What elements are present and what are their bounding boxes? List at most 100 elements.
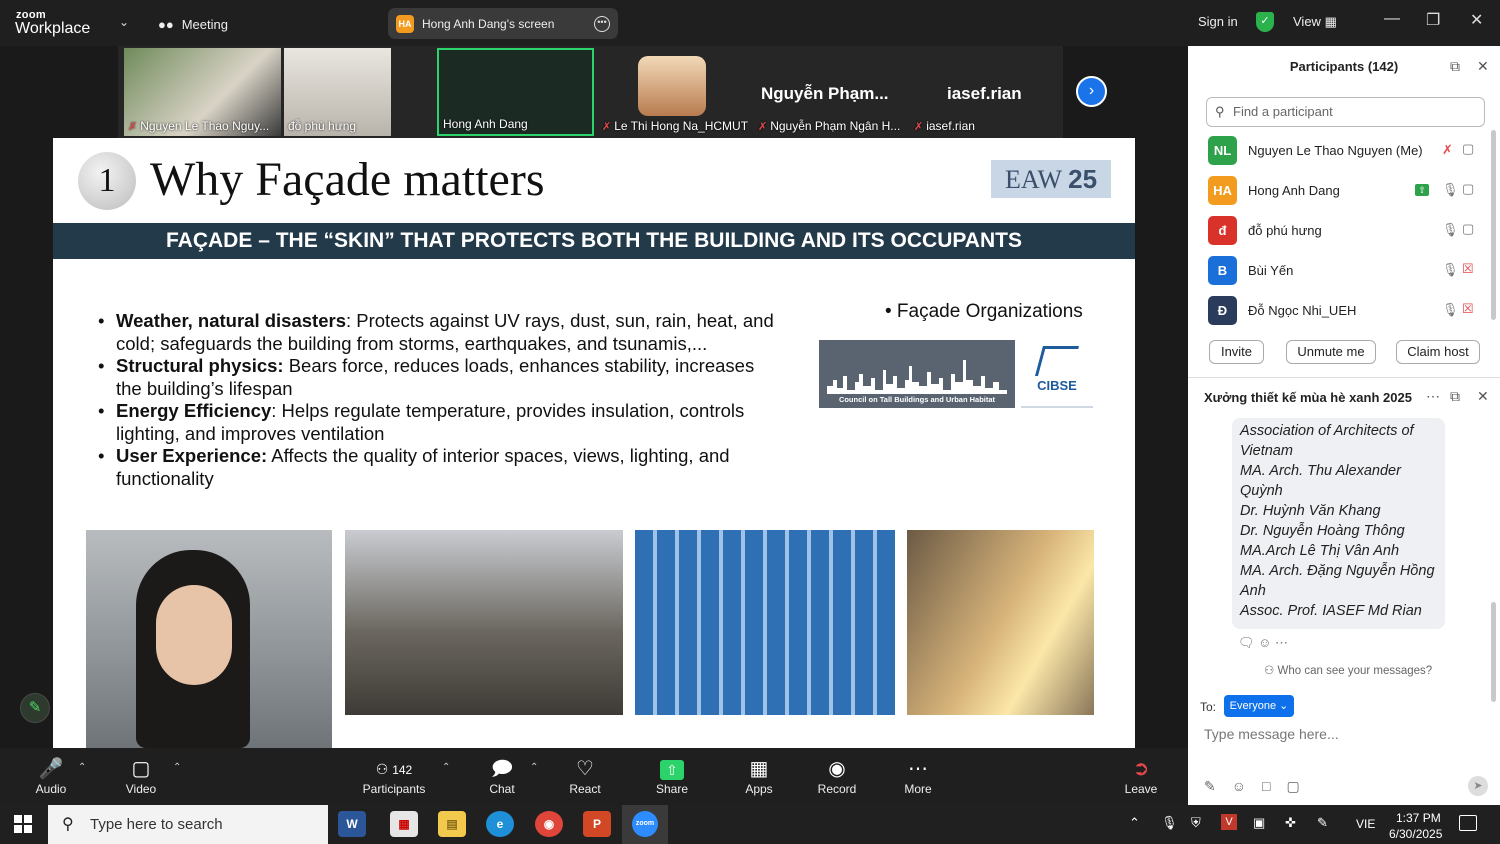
video-tile[interactable]: Nguyễn Phạm... ✗ Nguyễn Phạm Ngân H... (754, 48, 909, 136)
chrome-icon[interactable]: ◉ (535, 811, 563, 837)
screenshot-icon[interactable]: ▢ (1287, 778, 1316, 794)
organizations-heading: • Façade Organizations (885, 301, 1083, 322)
audio-caret-icon[interactable]: ⌃ (78, 762, 86, 773)
windows-start-icon[interactable] (14, 815, 32, 833)
video-tile-active[interactable]: Hong Anh Dang (437, 48, 594, 136)
wifi-icon[interactable]: ✜ (1285, 815, 1296, 831)
reply-icon[interactable]: 🗨 (1238, 635, 1255, 650)
battery-icon[interactable]: ▣ (1253, 815, 1265, 831)
message-actions: 🗨 ☺ ⋯ (1238, 635, 1288, 651)
view-button[interactable]: View ▦ (1293, 14, 1337, 30)
video-tile[interactable]: ✗ Le Thi Hong Na_HCMUT (598, 48, 748, 136)
participants-caret-icon[interactable]: ⌃ (442, 762, 450, 773)
meeting-menu-button[interactable]: ●● Meeting (158, 12, 228, 36)
mic-icon[interactable]: 🎙 (1442, 302, 1459, 318)
next-page-button[interactable]: › (1076, 76, 1107, 107)
language-indicator[interactable]: VIE (1356, 817, 1375, 831)
screen-share-pill[interactable]: HA Hong Anh Dang's screen ••• (388, 8, 618, 39)
leave-button[interactable]: ➲ Leave (1101, 756, 1181, 796)
emoji-icon[interactable]: ☺ (1258, 635, 1271, 650)
chevron-up-icon[interactable]: ⌃ (1129, 815, 1140, 831)
participant-row[interactable]: đ đỗ phú hưng 🎙 ▢ (1208, 216, 1478, 246)
camera-icon[interactable]: ▢ (1462, 221, 1474, 237)
search-participant-input[interactable]: ⚲ Find a participant (1206, 97, 1485, 127)
popout-icon[interactable]: ⧉ (1450, 388, 1460, 405)
close-icon[interactable]: ✕ (1470, 10, 1483, 30)
camera-icon[interactable]: ▢ (1462, 181, 1474, 197)
format-icon[interactable]: ✎ (1204, 778, 1232, 794)
participant-row[interactable]: Đ Đỗ Ngọc Nhi_UEH 🎙 ☒ (1208, 296, 1478, 326)
shield-icon[interactable]: ⛨ (1191, 815, 1201, 831)
presenter-video[interactable] (86, 530, 332, 748)
more-button[interactable]: ⋯ More (878, 756, 958, 796)
mic-off-icon[interactable]: ✗ (1442, 142, 1453, 158)
zoom-taskbar-icon[interactable]: zoom (622, 805, 668, 844)
chat-scrollbar[interactable] (1491, 602, 1496, 702)
participants-button[interactable]: ⚇ 142 Participants (354, 756, 434, 796)
participant-row[interactable]: NL Nguyen Le Thao Nguyen (Me) ✗ ▢ (1208, 136, 1478, 166)
unmute-me-button[interactable]: Unmute me (1286, 340, 1376, 364)
more-icon[interactable]: ⋯ (1426, 388, 1440, 405)
annotate-pencil-icon[interactable]: ✎ (20, 693, 50, 723)
view-label: View (1293, 14, 1321, 29)
who-can-see-link[interactable]: ⚇ Who can see your messages? (1264, 663, 1432, 677)
clock-date[interactable]: 6/30/2025 (1389, 827, 1442, 841)
meeting-toolbar: 🎤 Audio ⌃ ▢ Video ⌃ ⚇ 142 Participants ⌃ 🗩 C… (0, 748, 1188, 805)
camera-icon[interactable]: ▢ (1462, 141, 1474, 157)
more-icon[interactable]: ⋯ (1275, 635, 1288, 650)
send-icon[interactable]: ➤ (1468, 776, 1488, 796)
react-button[interactable]: ♡ React (545, 756, 625, 796)
close-icon[interactable]: ✕ (1477, 58, 1489, 75)
apps-button[interactable]: ▦ Apps (719, 756, 799, 796)
video-tile[interactable]: đỗ phú hưng (284, 48, 391, 136)
bullet-bold: Energy Efficiency (116, 400, 272, 421)
cibse-emblem (1034, 346, 1080, 376)
video-tile[interactable]: ✗ Nguyen Le Thao Nguy... (124, 48, 281, 136)
edge-icon[interactable]: e (486, 811, 514, 837)
close-icon[interactable]: ✕ (1477, 388, 1489, 405)
clock-time[interactable]: 1:37 PM (1396, 811, 1441, 825)
file-explorer-icon[interactable]: ▤ (438, 811, 466, 837)
presenter-face (156, 585, 232, 685)
slide-banner: FAÇADE – THE “SKIN” THAT PROTECTS BOTH T… (53, 223, 1135, 259)
word-icon[interactable]: W (338, 811, 366, 837)
file-icon[interactable]: □ (1262, 778, 1286, 794)
camera-off-icon[interactable]: ☒ (1462, 261, 1474, 277)
taskbar-search-input[interactable]: ⚲ Type here to search (48, 805, 328, 844)
invite-button[interactable]: Invite (1209, 340, 1264, 364)
participant-row[interactable]: HA Hong Anh Dang ⇧ 🎙 ▢ (1208, 176, 1478, 206)
chat-message-input[interactable]: Type message here... (1204, 726, 1339, 742)
app-icon[interactable]: ▦ (390, 811, 418, 837)
shield-check-icon[interactable]: ✓ (1256, 12, 1274, 32)
restore-icon[interactable]: ❐ (1426, 10, 1440, 30)
mic-icon[interactable]: 🎙 (1442, 222, 1459, 238)
video-tile[interactable]: iasef.rian ✗ iasef.rian (910, 48, 1060, 136)
sign-in-button[interactable]: Sign in (1198, 14, 1238, 29)
recipient-dropdown[interactable]: Everyone ⌄ (1224, 695, 1294, 717)
notification-icon[interactable] (1459, 815, 1477, 831)
participant-row[interactable]: B Bùi Yến 🎙 ☒ (1208, 256, 1478, 286)
minimize-icon[interactable]: — (1384, 10, 1400, 28)
collapsed-building-photo (345, 530, 623, 715)
react-label: React (569, 782, 601, 796)
participants-scrollbar[interactable] (1491, 130, 1496, 320)
video-caret-icon[interactable]: ⌃ (173, 762, 181, 773)
powerpoint-icon[interactable]: P (583, 811, 611, 837)
tile-name: ✗ iasef.rian (914, 119, 975, 133)
emoji-icon[interactable]: ☺ (1232, 778, 1262, 794)
record-button[interactable]: ◉ Record (797, 756, 877, 796)
vivaldi-icon[interactable]: V (1221, 814, 1237, 830)
claim-host-button[interactable]: Claim host (1396, 340, 1480, 364)
mic-icon[interactable]: 🎙 (1442, 262, 1459, 278)
share-button[interactable]: ⇧ Share (632, 756, 712, 796)
video-button[interactable]: ▢ Video (101, 756, 181, 796)
popout-icon[interactable]: ⧉ (1450, 58, 1460, 75)
mic-icon[interactable]: 🎙 (1161, 815, 1178, 831)
mic-icon[interactable]: 🎙 (1442, 182, 1459, 198)
chevron-down-icon[interactable]: ⌄ (119, 15, 129, 29)
chat-caret-icon[interactable]: ⌃ (530, 762, 538, 773)
more-icon[interactable]: ••• (594, 15, 610, 32)
pen-icon[interactable]: ✎ (1317, 815, 1328, 831)
avatar: Đ (1208, 296, 1237, 325)
camera-off-icon[interactable]: ☒ (1462, 301, 1474, 317)
